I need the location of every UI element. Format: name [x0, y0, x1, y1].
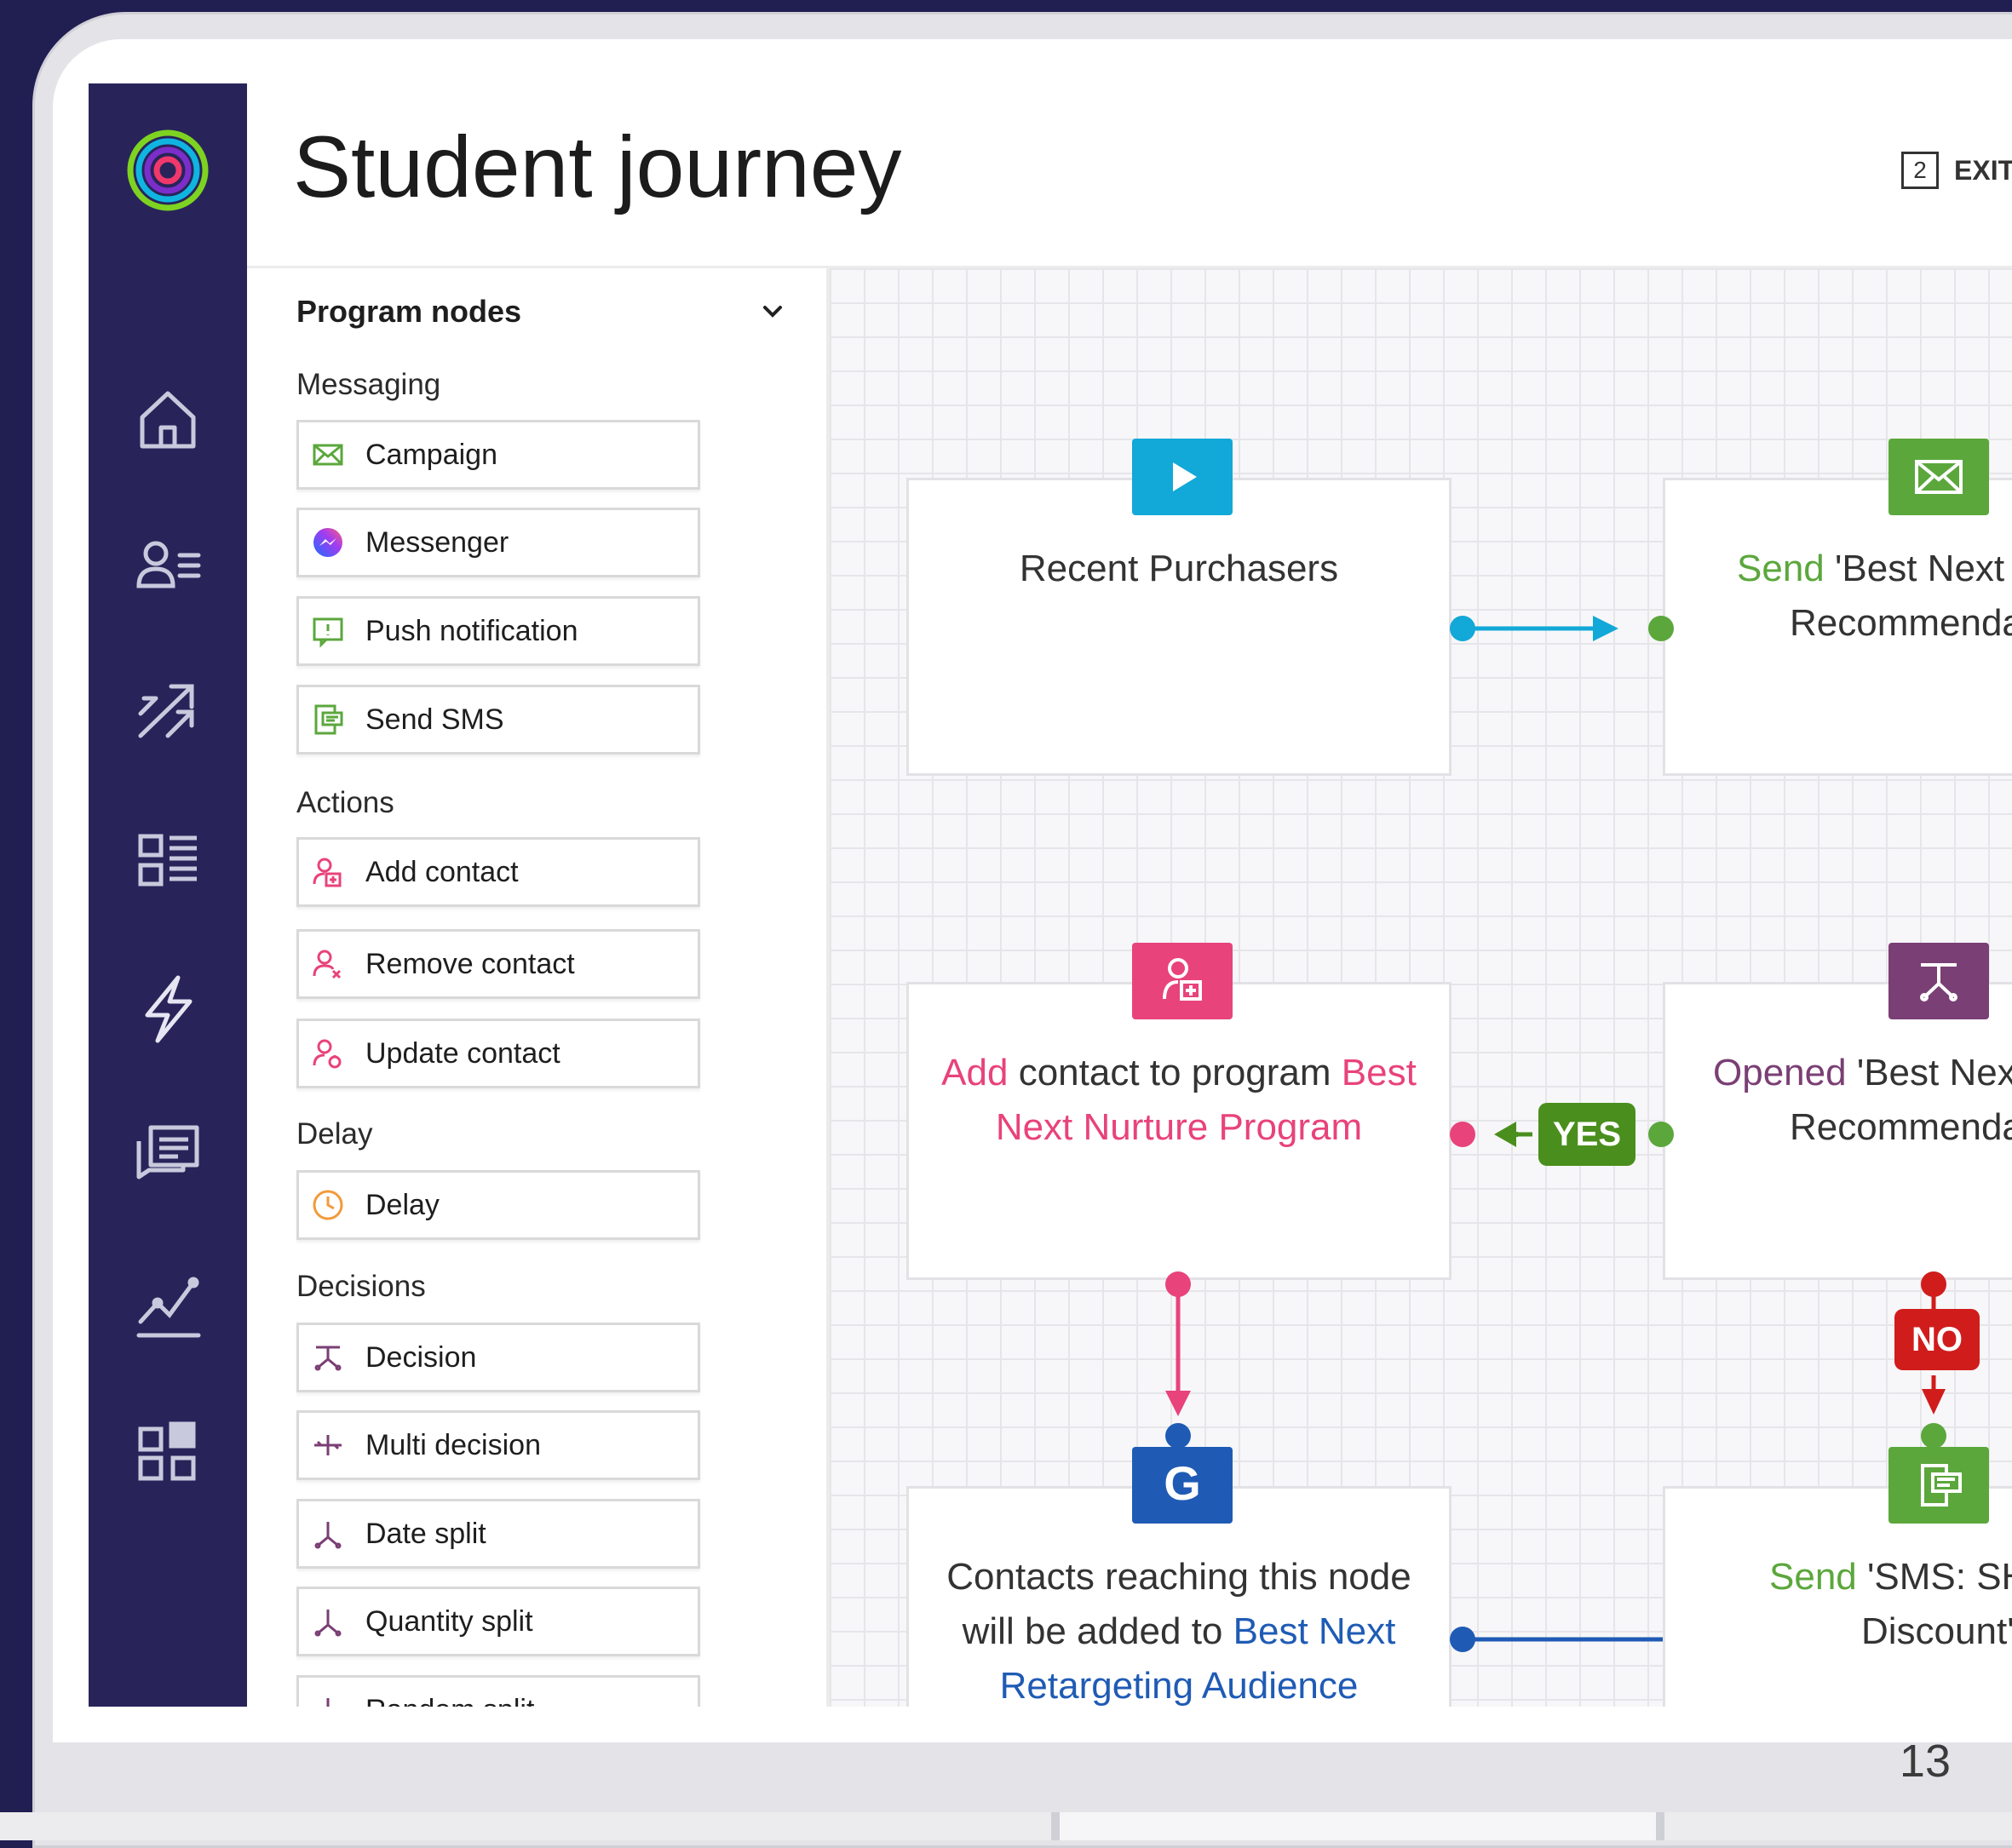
section-label-delay: Delay — [296, 1117, 373, 1151]
apps-icon[interactable] — [125, 1409, 210, 1494]
node-label: Recent Purchasers — [1019, 548, 1339, 589]
palette-item-date-split[interactable]: Date split — [296, 1499, 700, 1569]
node-label: Send 'SMS: SHOP20Discount' — [1769, 1556, 2012, 1652]
node-label: Send 'Best Next ProduRecommendation' — [1737, 548, 2012, 644]
page-title: Student journey — [293, 118, 902, 215]
device-base — [0, 1812, 2012, 1840]
automation-icon[interactable] — [125, 966, 210, 1051]
palette-item-label: Add contact — [365, 856, 519, 888]
palette-item-label: Campaign — [365, 439, 497, 471]
add-contact-icon[interactable] — [1132, 943, 1233, 1019]
section-label-decisions: Decisions — [296, 1270, 426, 1303]
palette-item-label: Date split — [365, 1518, 486, 1550]
push-notification-icon — [311, 614, 345, 648]
node-label: Contacts reaching this node will be added… — [946, 1556, 1411, 1707]
journey-canvas[interactable]: Recent Purchasers Send 'Best Next ProduR… — [830, 268, 2012, 1707]
update-contact-icon — [311, 1036, 345, 1070]
arrow-head — [1922, 1389, 1946, 1415]
input-port[interactable] — [1450, 1122, 1475, 1147]
palette-item-label: Messenger — [365, 526, 509, 559]
play-icon[interactable] — [1132, 439, 1233, 515]
output-port[interactable] — [1450, 616, 1475, 641]
exit-indicator[interactable]: 2 EXIT — [1901, 152, 2012, 194]
no-branch-label[interactable]: NO — [1894, 1309, 1980, 1370]
quantity-split-icon — [311, 1604, 345, 1639]
random-split-icon — [311, 1693, 345, 1707]
output-port[interactable] — [1648, 1122, 1674, 1147]
home-icon[interactable] — [125, 376, 210, 462]
panel-title: Program nodes — [296, 294, 522, 329]
input-port[interactable] — [1165, 1423, 1191, 1449]
chevron-down-icon[interactable] — [758, 297, 787, 326]
device-stand — [1051, 1812, 1664, 1840]
lists-icon[interactable] — [125, 818, 210, 903]
messenger-icon — [311, 525, 345, 560]
palette-item-decision[interactable]: Decision — [296, 1323, 700, 1392]
yes-branch-label[interactable]: YES — [1538, 1103, 1635, 1166]
palette-item-quantity-split[interactable]: Quantity split — [296, 1587, 700, 1656]
exit-label: EXIT — [1954, 154, 2012, 186]
node-label: Add contact to program Best Next Nurture … — [941, 1052, 1417, 1148]
input-port[interactable] — [1921, 1423, 1946, 1449]
section-label-messaging: Messaging — [296, 368, 441, 401]
page-number: 13 — [1899, 1736, 1951, 1787]
palette-item-update-contact[interactable]: Update contact — [296, 1019, 700, 1088]
envelope-icon[interactable] — [1888, 439, 1989, 515]
date-split-icon — [311, 1517, 345, 1551]
add-contact-icon — [311, 855, 345, 889]
palette-item-label: Update contact — [365, 1037, 560, 1070]
palette-item-label: Delay — [365, 1189, 440, 1221]
sms-icon[interactable] — [1888, 1447, 1989, 1524]
google-icon[interactable]: G — [1132, 1447, 1233, 1524]
arrow-head — [1165, 1391, 1191, 1416]
palette-item-label: Remove contact — [365, 948, 575, 980]
palette-item-delay[interactable]: Delay — [296, 1170, 700, 1240]
node-card-decision[interactable]: Opened 'Best Next ProdRecommendation' — [1663, 982, 2012, 1280]
program-nodes-panel: Program nodes Messaging Campaign Messeng… — [247, 268, 830, 1707]
palette-item-send-sms[interactable]: Send SMS — [296, 685, 700, 755]
palette-item-label: Random split — [365, 1694, 534, 1707]
multi-decision-icon — [311, 1428, 345, 1462]
palette-item-label: Quantity split — [365, 1605, 533, 1638]
node-card-send-email[interactable]: Send 'Best Next ProduRecommendation' — [1663, 478, 2012, 776]
palette-item-label: Decision — [365, 1341, 477, 1374]
node-card-recent-purchasers[interactable]: Recent Purchasers — [906, 478, 1452, 776]
palette-item-label: Send SMS — [365, 703, 504, 736]
decision-icon[interactable] — [1888, 943, 1989, 1019]
envelope-icon — [311, 438, 345, 472]
palette-item-label: Multi decision — [365, 1429, 541, 1461]
logo-icon[interactable] — [125, 128, 210, 213]
sidebar — [89, 83, 247, 1707]
node-card-add-contact[interactable]: Add contact to program Best Next Nurture … — [906, 982, 1452, 1280]
section-label-actions: Actions — [296, 786, 394, 819]
output-port[interactable] — [1921, 1271, 1946, 1297]
palette-item-random-split[interactable]: Random split — [296, 1675, 700, 1707]
app-window: Student journey 2 EXIT Program nodes Mess… — [89, 83, 2012, 1707]
sms-icon — [311, 703, 345, 737]
palette-item-label: Push notification — [365, 615, 578, 647]
decision-icon — [311, 1340, 345, 1375]
analytics-icon[interactable] — [125, 1262, 210, 1347]
node-label: Opened 'Best Next ProdRecommendation' — [1713, 1052, 2012, 1148]
contacts-icon[interactable] — [125, 521, 210, 606]
palette-item-messenger[interactable]: Messenger — [296, 508, 700, 577]
palette-item-remove-contact[interactable]: Remove contact — [296, 929, 700, 999]
journeys-icon[interactable] — [125, 668, 210, 753]
palette-item-multi-decision[interactable]: Multi decision — [296, 1410, 700, 1480]
palette-item-add-contact[interactable]: Add contact — [296, 837, 700, 907]
output-port[interactable] — [1165, 1271, 1191, 1297]
remove-contact-icon — [311, 947, 345, 981]
arrow-head — [1593, 616, 1618, 641]
palette-item-push-notification[interactable]: Push notification — [296, 596, 700, 666]
clock-icon — [311, 1188, 345, 1222]
output-port[interactable] — [1450, 1627, 1475, 1652]
palette-item-campaign[interactable]: Campaign — [296, 420, 700, 490]
exit-count-badge: 2 — [1901, 152, 1939, 189]
messages-icon[interactable] — [125, 1112, 210, 1197]
input-port[interactable] — [1648, 616, 1674, 641]
svg-text:G: G — [1164, 1456, 1201, 1510]
arrow-head — [1494, 1122, 1516, 1147]
